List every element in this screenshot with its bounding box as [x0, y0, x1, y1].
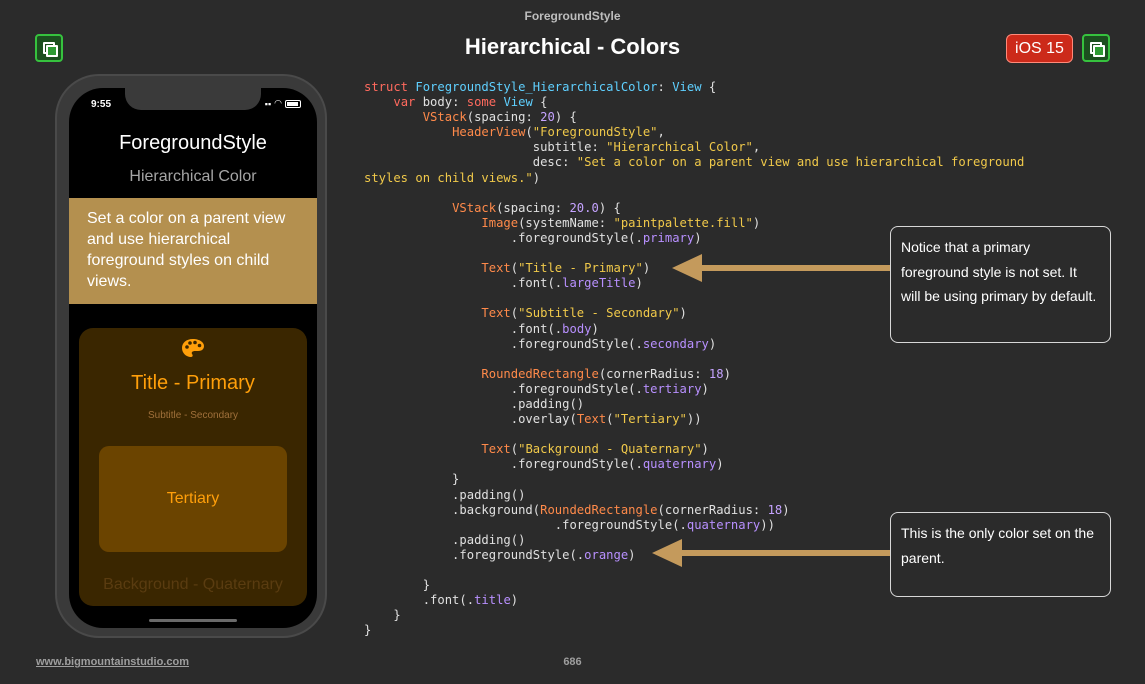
code-line: Text("Background - Quaternary") — [481, 442, 709, 457]
window-toggle-icon-right[interactable] — [1082, 34, 1110, 62]
header-description: Set a color on a parent view and use hie… — [69, 198, 317, 304]
callout-primary-note: Notice that a primary foreground style i… — [890, 226, 1111, 343]
signal-icon: ▪▪ — [264, 98, 272, 109]
code-line: .foregroundStyle(.tertiary) — [364, 381, 709, 396]
window-toggle-icon-left[interactable] — [35, 34, 63, 62]
arrow-orange-head — [652, 539, 682, 567]
code-line: .foregroundStyle(.quaternary) — [364, 457, 724, 472]
wifi-icon: ◠ — [274, 98, 282, 108]
code-line: RoundedRectangle(cornerRadius: 18) — [481, 366, 731, 381]
code-line: } — [364, 623, 372, 638]
battery-icon — [285, 99, 301, 108]
background-quaternary-text: Background - Quaternary — [103, 576, 283, 593]
page-title: Hierarchical - Colors — [464, 34, 681, 59]
code-line: var body: some View { — [393, 95, 548, 110]
code-line: .padding() — [364, 487, 526, 502]
top-title: ForegroundStyle — [524, 9, 621, 23]
home-indicator — [149, 619, 237, 622]
title-primary-text: Title - Primary — [131, 372, 255, 394]
callout-orange-note: This is the only color set on the parent… — [890, 512, 1111, 597]
phone-notch — [125, 88, 261, 110]
code-line: desc: "Set a color on a parent view and … — [364, 155, 1025, 170]
status-time: 9:55 — [91, 99, 112, 110]
code-line: VStack(spacing: 20.0) { — [452, 200, 621, 215]
code-line: } — [364, 608, 401, 623]
header-subtitle: Hierarchical Color — [129, 168, 257, 185]
code-line: subtitle: "Hierarchical Color", — [364, 140, 761, 155]
code-line: VStack(spacing: 20) { — [422, 110, 577, 125]
code-line: .padding() — [364, 396, 585, 411]
arrow-orange-line — [680, 550, 890, 556]
status-icons: ▪▪ ◠ — [265, 98, 301, 109]
phone-frame: 9:55 ▪▪ ◠ ForegroundStyle Hierarchical C… — [55, 74, 327, 638]
phone-screen: 9:55 ▪▪ ◠ ForegroundStyle Hierarchical C… — [69, 88, 317, 628]
arrow-primary-head — [672, 254, 702, 282]
code-line: .overlay(Text("Tertiary")) — [364, 412, 702, 427]
subtitle-secondary-text: Subtitle - Secondary — [147, 410, 239, 421]
code-line: struct ForegroundStyle_HierarchicalColor… — [364, 80, 717, 94]
paintpalette-icon — [182, 339, 204, 357]
ios-version-badge: iOS 15 — [1006, 34, 1073, 63]
page-number: 686 — [563, 656, 582, 668]
header-title: ForegroundStyle — [119, 132, 267, 154]
code-line: styles on child views.") — [364, 170, 541, 185]
tertiary-rectangle: Tertiary — [99, 446, 287, 552]
code-line: HeaderView("ForegroundStyle", — [452, 125, 665, 140]
orange-content-container: Title - Primary Subtitle - Secondary Ter… — [79, 328, 307, 606]
arrow-primary-line — [700, 265, 890, 271]
code-line: } — [364, 472, 460, 487]
